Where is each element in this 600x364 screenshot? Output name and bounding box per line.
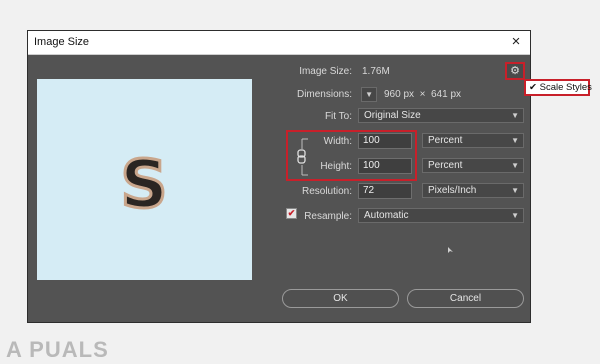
chevron-down-icon: ▼ xyxy=(511,161,519,170)
resample-checkbox[interactable]: ✔ xyxy=(286,208,297,219)
height-input[interactable]: 100 xyxy=(358,158,412,174)
chevron-down-icon: ▼ xyxy=(365,90,373,99)
image-preview: S xyxy=(37,79,252,280)
image-size-value: 1.76M xyxy=(362,66,390,77)
resample-select[interactable]: Automatic ▼ xyxy=(358,208,524,223)
resample-value: Automatic xyxy=(364,210,409,221)
scale-styles-menu-item[interactable]: ✔ Scale Styles xyxy=(524,79,592,96)
cancel-button[interactable]: Cancel xyxy=(407,289,524,308)
dimensions-value: 960 px × 641 px xyxy=(384,89,461,100)
preview-letter-graphic: S xyxy=(119,145,170,225)
dimensions-unit-1: px xyxy=(403,89,415,100)
dimensions-width: 960 xyxy=(384,89,401,100)
width-unit-value: Percent xyxy=(428,135,463,146)
checkmark-icon: ✔ xyxy=(529,82,537,93)
dimensions-height: 641 xyxy=(431,89,448,100)
preview-letter: S xyxy=(120,146,168,223)
width-input[interactable]: 100 xyxy=(358,133,412,149)
resolution-unit-select[interactable]: Pixels/Inch ▼ xyxy=(422,183,524,198)
image-size-label: Image Size: xyxy=(299,66,352,77)
height-label: Height: xyxy=(320,161,352,172)
height-unit-value: Percent xyxy=(428,160,463,171)
mouse-cursor-icon xyxy=(448,247,453,253)
dimensions-separator: × xyxy=(419,89,426,100)
fit-to-select[interactable]: Original Size ▼ xyxy=(358,108,524,123)
resolution-unit-value: Pixels/Inch xyxy=(428,185,477,196)
close-icon[interactable]: × xyxy=(508,33,524,51)
dimensions-dropdown[interactable]: ▼ xyxy=(361,87,377,102)
fit-to-label: Fit To: xyxy=(324,111,352,122)
dimensions-unit-2: px xyxy=(450,89,462,100)
width-unit-select[interactable]: Percent ▼ xyxy=(422,133,524,148)
checkmark-icon: ✔ xyxy=(287,208,296,218)
image-size-dialog: Image Size × S Image Size: 1.76M ⚙ Dimen… xyxy=(27,30,531,323)
dialog-title: Image Size xyxy=(34,36,90,48)
watermark-logo: A PUALS xyxy=(6,337,109,362)
width-label: Width: xyxy=(323,136,352,147)
dimensions-label: Dimensions: xyxy=(296,89,352,100)
chevron-down-icon: ▼ xyxy=(511,186,519,195)
ok-button[interactable]: OK xyxy=(282,289,399,308)
height-unit-select[interactable]: Percent ▼ xyxy=(422,158,524,173)
chevron-down-icon: ▼ xyxy=(511,111,519,120)
title-bar: Image Size × xyxy=(28,31,530,55)
resolution-label: Resolution: xyxy=(301,186,352,197)
chevron-down-icon: ▼ xyxy=(511,136,519,145)
scale-styles-label: Scale Styles xyxy=(539,82,592,93)
resolution-input[interactable]: 72 xyxy=(358,183,412,199)
fit-to-value: Original Size xyxy=(364,110,421,121)
gear-icon[interactable]: ⚙ xyxy=(505,62,525,80)
chevron-down-icon: ▼ xyxy=(511,211,519,220)
